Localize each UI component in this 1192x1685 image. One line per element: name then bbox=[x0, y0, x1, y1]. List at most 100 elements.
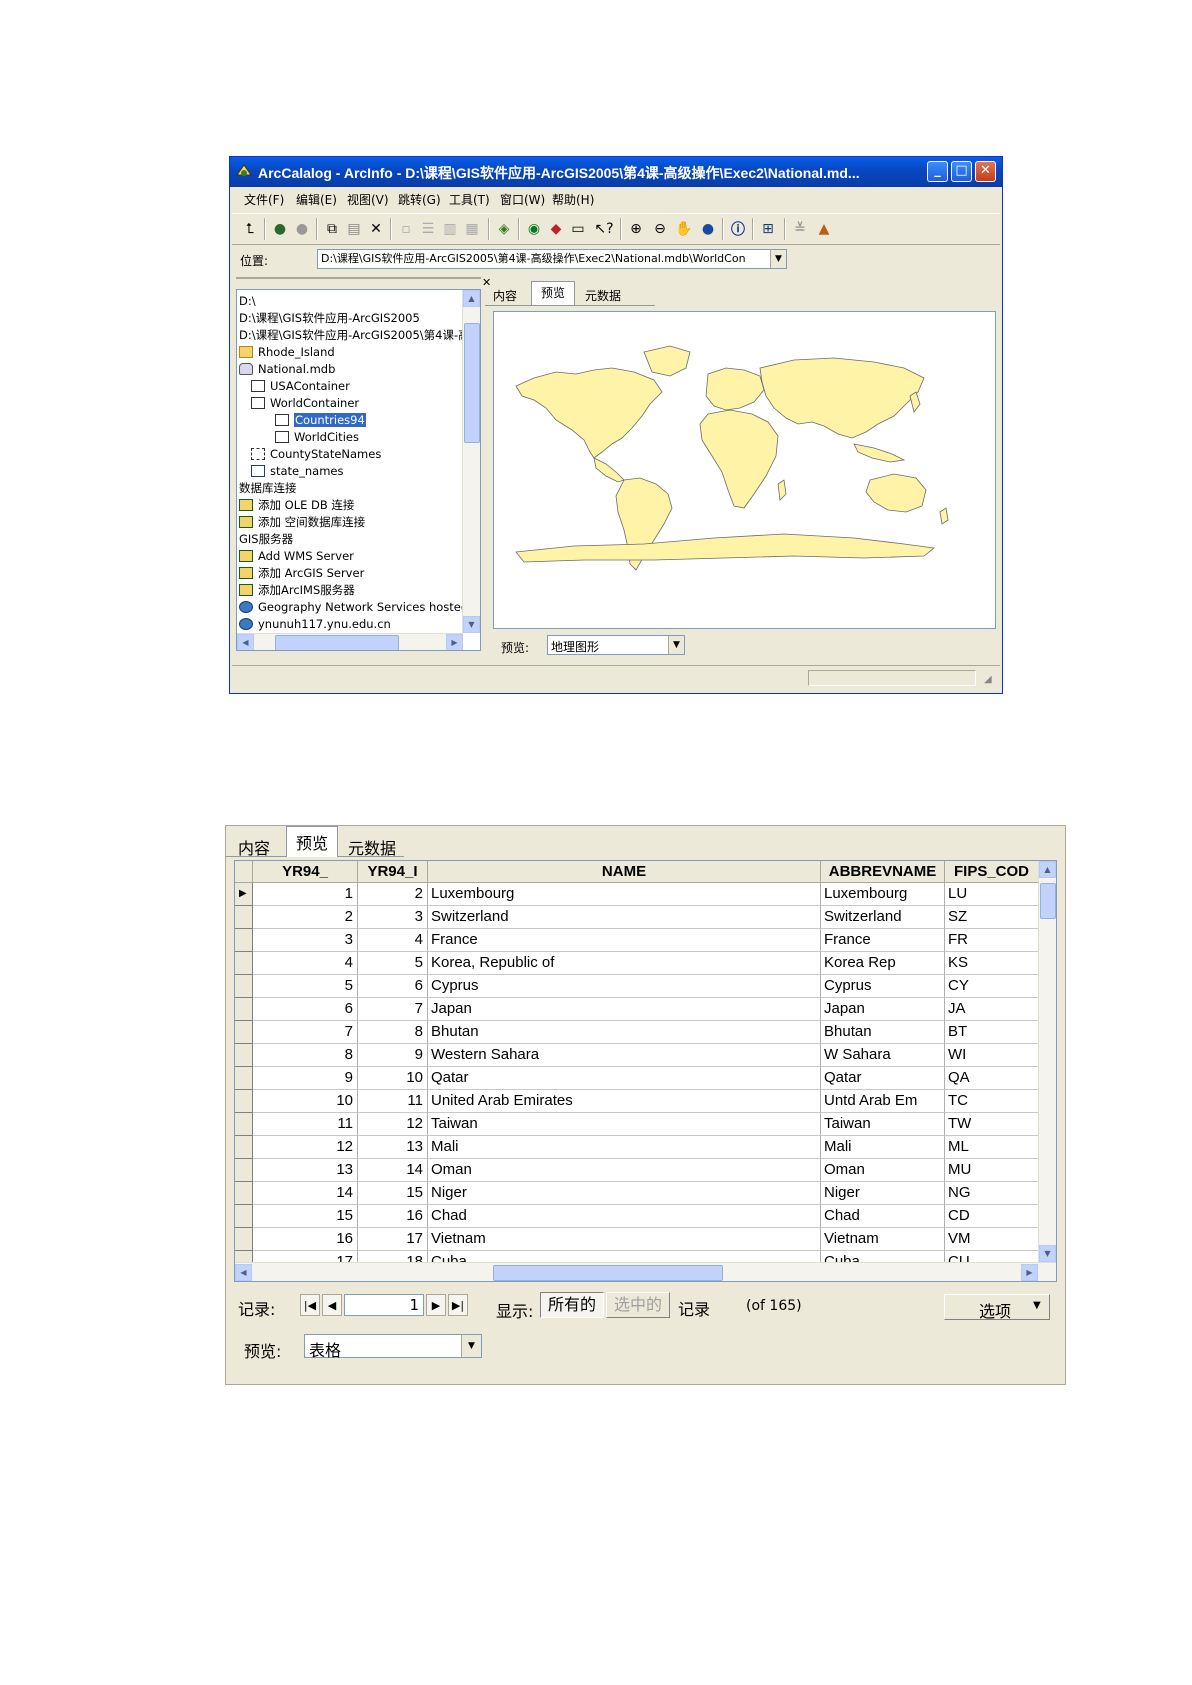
arcscene-icon[interactable]: ▲ bbox=[814, 219, 834, 239]
tree-item[interactable]: D:\ bbox=[239, 292, 256, 309]
name-cell[interactable]: Qatar bbox=[428, 1067, 821, 1090]
fips-cod-cell[interactable]: BT bbox=[945, 1021, 1039, 1044]
row-selector[interactable] bbox=[235, 975, 253, 998]
abbrevname-cell[interactable]: W Sahara bbox=[821, 1044, 945, 1067]
chevron-down-icon[interactable]: ▼ bbox=[461, 1335, 481, 1357]
name-cell[interactable]: Switzerland bbox=[428, 906, 821, 929]
yr94-i-cell[interactable]: 17 bbox=[358, 1228, 428, 1251]
tree-item[interactable]: CountyStateNames bbox=[251, 445, 381, 462]
yr94-cell[interactable]: 3 bbox=[253, 929, 358, 952]
zoom-out-icon[interactable]: ⊖ bbox=[650, 219, 670, 239]
yr94-i-cell[interactable]: 5 bbox=[358, 952, 428, 975]
tab-metadata[interactable]: 元数据 bbox=[348, 835, 396, 859]
tree-item[interactable]: 添加 OLE DB 连接 bbox=[239, 496, 354, 513]
list-icon[interactable]: ☰ bbox=[418, 219, 438, 239]
thumbnails-icon[interactable]: ▦ bbox=[462, 219, 482, 239]
yr94-cell[interactable]: 12 bbox=[253, 1136, 358, 1159]
tree-item[interactable]: Countries94 bbox=[275, 411, 366, 428]
abbrevname-cell[interactable]: Switzerland bbox=[821, 906, 945, 929]
delete-icon[interactable]: ✕ bbox=[366, 219, 386, 239]
column-header-yr94[interactable]: YR94_ bbox=[253, 861, 358, 883]
tree-item[interactable]: D:\课程\GIS软件应用-ArcGIS2005 bbox=[239, 309, 420, 326]
scroll-up-icon[interactable]: ▲ bbox=[463, 290, 480, 307]
chevron-down-icon[interactable]: ▼ bbox=[770, 250, 786, 268]
menu-view[interactable]: 视图(V) bbox=[347, 191, 389, 208]
fips-cod-cell[interactable]: FR bbox=[945, 929, 1039, 952]
abbrevname-cell[interactable]: Korea Rep bbox=[821, 952, 945, 975]
tree-item[interactable]: state_names bbox=[251, 462, 344, 479]
column-header-name[interactable]: NAME bbox=[428, 861, 821, 883]
row-selector[interactable] bbox=[235, 1136, 253, 1159]
menu-go[interactable]: 跳转(G) bbox=[398, 191, 441, 208]
tree-item[interactable]: USAContainer bbox=[251, 377, 350, 394]
tree-item[interactable]: 数据库连接 bbox=[239, 479, 297, 496]
tree-item[interactable]: WorldContainer bbox=[251, 394, 359, 411]
tab-metadata[interactable]: 元数据 bbox=[585, 287, 621, 304]
fips-cod-cell[interactable]: NG bbox=[945, 1182, 1039, 1205]
name-cell[interactable]: France bbox=[428, 929, 821, 952]
up-one-level-icon[interactable]: ⮤ bbox=[240, 219, 260, 239]
fips-cod-cell[interactable]: TW bbox=[945, 1113, 1039, 1136]
connect-folder-icon[interactable]: ● bbox=[270, 219, 290, 239]
tree-item[interactable]: D:\课程\GIS软件应用-ArcGIS2005\第4课-高级 bbox=[239, 326, 480, 343]
tab-contents[interactable]: 内容 bbox=[493, 287, 517, 304]
yr94-cell[interactable]: 5 bbox=[253, 975, 358, 998]
geography-preview[interactable] bbox=[493, 311, 996, 629]
record-number-input[interactable]: 1 bbox=[344, 1294, 424, 1316]
tree-item[interactable]: 添加 ArcGIS Server bbox=[239, 564, 364, 581]
pan-icon[interactable]: ✋ bbox=[674, 219, 694, 239]
abbrevname-cell[interactable]: Bhutan bbox=[821, 1021, 945, 1044]
tree-item[interactable]: WorldCities bbox=[275, 428, 359, 445]
tree-item[interactable]: Geography Network Services hosted by ES bbox=[239, 598, 480, 615]
fips-cod-cell[interactable]: MU bbox=[945, 1159, 1039, 1182]
name-cell[interactable]: Cyprus bbox=[428, 975, 821, 998]
fips-cod-cell[interactable]: WI bbox=[945, 1044, 1039, 1067]
menu-file[interactable]: 文件(F) bbox=[244, 191, 284, 208]
abbrevname-cell[interactable]: Taiwan bbox=[821, 1113, 945, 1136]
name-cell[interactable]: Mali bbox=[428, 1136, 821, 1159]
yr94-i-cell[interactable]: 8 bbox=[358, 1021, 428, 1044]
disconnect-folder-icon[interactable]: ● bbox=[292, 219, 312, 239]
column-header-yr94-i[interactable]: YR94_I bbox=[358, 861, 428, 883]
abbrevname-cell[interactable]: Japan bbox=[821, 998, 945, 1021]
row-selector[interactable] bbox=[235, 1182, 253, 1205]
row-selector[interactable] bbox=[235, 998, 253, 1021]
launch-arcmap-icon[interactable]: ◈ bbox=[494, 219, 514, 239]
row-selector[interactable] bbox=[235, 1205, 253, 1228]
abbrevname-cell[interactable]: Chad bbox=[821, 1205, 945, 1228]
fips-cod-cell[interactable]: KS bbox=[945, 952, 1039, 975]
abbrevname-cell[interactable]: Oman bbox=[821, 1159, 945, 1182]
yr94-i-cell[interactable]: 14 bbox=[358, 1159, 428, 1182]
maximize-button[interactable]: □ bbox=[951, 161, 972, 182]
title-bar[interactable]: ArcCalalog - ArcInfo - D:\课程\GIS软件应用-Arc… bbox=[230, 157, 1002, 187]
yr94-i-cell[interactable]: 3 bbox=[358, 906, 428, 929]
yr94-cell[interactable]: 1 bbox=[253, 883, 358, 906]
name-cell[interactable]: Vietnam bbox=[428, 1228, 821, 1251]
options-button[interactable]: 选项 ▼ bbox=[944, 1294, 1050, 1321]
arctoolbox-icon[interactable]: ◆ bbox=[546, 219, 566, 239]
fips-cod-cell[interactable]: CD bbox=[945, 1205, 1039, 1228]
yr94-i-cell[interactable]: 11 bbox=[358, 1090, 428, 1113]
fips-cod-cell[interactable]: QA bbox=[945, 1067, 1039, 1090]
tree-vertical-scrollbar[interactable]: ▲ ▼ bbox=[462, 290, 480, 633]
scroll-right-icon[interactable]: ▶ bbox=[1021, 1264, 1038, 1281]
tree-hscroll-thumb[interactable] bbox=[275, 635, 399, 650]
abbrevname-cell[interactable]: France bbox=[821, 929, 945, 952]
preview-type-select[interactable]: 地理图形 ▼ bbox=[547, 635, 685, 655]
yr94-cell[interactable]: 7 bbox=[253, 1021, 358, 1044]
yr94-cell[interactable]: 16 bbox=[253, 1228, 358, 1251]
yr94-i-cell[interactable]: 16 bbox=[358, 1205, 428, 1228]
create-thumbnail-icon[interactable]: ⊞ bbox=[758, 219, 778, 239]
table-vertical-scrollbar[interactable]: ▲ ▼ bbox=[1038, 861, 1056, 1262]
row-selector[interactable] bbox=[235, 952, 253, 975]
scroll-down-icon[interactable]: ▼ bbox=[1039, 1245, 1056, 1262]
yr94-cell[interactable]: 2 bbox=[253, 906, 358, 929]
abbrevname-cell[interactable]: Qatar bbox=[821, 1067, 945, 1090]
name-cell[interactable]: Taiwan bbox=[428, 1113, 821, 1136]
preview-type-select[interactable]: 表格 ▼ bbox=[304, 1334, 482, 1360]
row-selector[interactable] bbox=[235, 906, 253, 929]
yr94-i-cell[interactable]: 10 bbox=[358, 1067, 428, 1090]
abbrevname-cell[interactable]: Luxembourg bbox=[821, 883, 945, 906]
scroll-left-icon[interactable]: ◀ bbox=[237, 634, 254, 650]
scroll-left-icon[interactable]: ◀ bbox=[235, 1264, 252, 1281]
